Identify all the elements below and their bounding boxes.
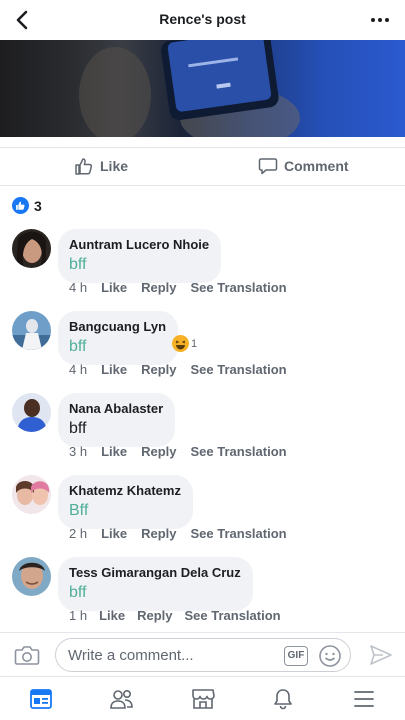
comment-bubble[interactable]: Tess Gimarangan Dela Cruz bff [58,557,253,611]
comment-reply-button[interactable]: Reply [141,362,176,377]
comment-composer: Write a comment... GIF [0,632,405,676]
comment-time: 3 h [69,444,88,459]
commenter-name[interactable]: Auntram Lucero Nhoie [69,237,209,252]
comment-item: Bangcuang Lyn bff 1 4 h Like Reply See T… [0,311,405,393]
comment-bubble[interactable]: Nana Abalaster bff [58,393,176,447]
comment-meta: 4 h Like Reply See Translation [69,362,287,377]
comment-like-button[interactable]: Like [101,526,127,541]
commenter-name[interactable]: Bangcuang Lyn [69,319,166,334]
comment-reply-button[interactable]: Reply [141,444,176,459]
comment-label: Comment [284,158,349,174]
comment-text: bff [69,420,87,437]
comment-text: Bff [69,502,89,519]
avatar[interactable] [12,557,51,596]
comment-reaction-count: 1 [191,337,198,350]
bottom-tab-bar [0,676,405,720]
comment-like-button[interactable]: Like [101,444,127,459]
avatar[interactable] [12,475,51,514]
comment-item: Tess Gimarangan Dela Cruz bff 1 h Like R… [0,557,405,639]
haha-reaction-icon [172,335,189,352]
commenter-name[interactable]: Tess Gimarangan Dela Cruz [69,565,241,580]
see-translation-link[interactable]: See Translation [191,280,287,295]
comment-meta: 2 h Like Reply See Translation [69,526,287,541]
emoji-icon[interactable] [318,644,342,668]
commenter-name[interactable]: Nana Abalaster [69,401,163,416]
see-translation-link[interactable]: See Translation [185,608,281,623]
comment-meta: 3 h Like Reply See Translation [69,444,287,459]
like-button[interactable]: Like [74,156,128,176]
comment-reply-button[interactable]: Reply [141,526,176,541]
post-photo[interactable] [0,40,405,137]
photo-content [79,40,300,137]
comment-bubble[interactable]: Khatemz Khatemz Bff [58,475,193,529]
avatar[interactable] [12,229,51,268]
avatar[interactable] [12,393,51,432]
comment-bubble[interactable]: Auntram Lucero Nhoie bff [58,229,222,283]
comment-bubble[interactable]: Bangcuang Lyn bff [58,311,179,365]
comment-text: bff [69,256,87,273]
friends-icon[interactable] [109,687,135,711]
comment-time: 2 h [69,526,88,541]
news-feed-icon[interactable] [29,687,53,711]
marketplace-icon[interactable] [190,687,216,711]
thumbs-up-icon [75,158,93,175]
camera-icon[interactable] [14,644,40,666]
menu-icon[interactable] [352,687,376,711]
comment-reaction[interactable]: 1 [172,335,197,352]
top-bar: Rence's post [0,0,405,40]
comment-item: Auntram Lucero Nhoie bff 4 h Like Reply … [0,229,405,311]
comment-meta: 1 h Like Reply See Translation [69,608,281,623]
like-label: Like [100,158,129,174]
comment-like-button[interactable]: Like [99,608,125,623]
reaction-count: 3 [34,197,42,214]
notifications-icon[interactable] [271,687,295,711]
avatar[interactable] [12,311,51,350]
see-translation-link[interactable]: See Translation [191,526,287,541]
comment-button[interactable]: Comment [258,156,349,176]
comment-like-button[interactable]: Like [101,280,127,295]
comment-item: Khatemz Khatemz Bff 2 h Like Reply See T… [0,475,405,557]
more-dots-icon[interactable] [369,8,391,32]
divider [0,185,405,186]
see-translation-link[interactable]: See Translation [191,444,287,459]
comment-icon [258,158,278,175]
comment-reply-button[interactable]: Reply [141,280,176,295]
gif-button[interactable]: GIF [284,646,308,666]
send-icon[interactable] [369,644,393,666]
comment-item: Nana Abalaster bff 3 h Like Reply See Tr… [0,393,405,475]
comment-like-button[interactable]: Like [101,362,127,377]
comment-time: 1 h [69,608,88,623]
comment-time: 4 h [69,362,88,377]
like-reaction-icon [12,197,29,214]
page-title: Rence's post [159,11,246,27]
commenter-name[interactable]: Khatemz Khatemz [69,483,181,498]
comment-time: 4 h [69,280,88,295]
comment-text: bff [69,584,87,601]
comment-text: bff [69,338,87,355]
comment-input[interactable]: Write a comment... GIF [55,638,351,672]
comment-meta: 4 h Like Reply See Translation [69,280,287,295]
reaction-summary[interactable]: 3 [12,197,42,214]
comment-input-placeholder: Write a comment... [68,647,194,664]
see-translation-link[interactable]: See Translation [191,362,287,377]
post-actions: Like Comment [0,148,405,186]
comment-reply-button[interactable]: Reply [137,608,172,623]
